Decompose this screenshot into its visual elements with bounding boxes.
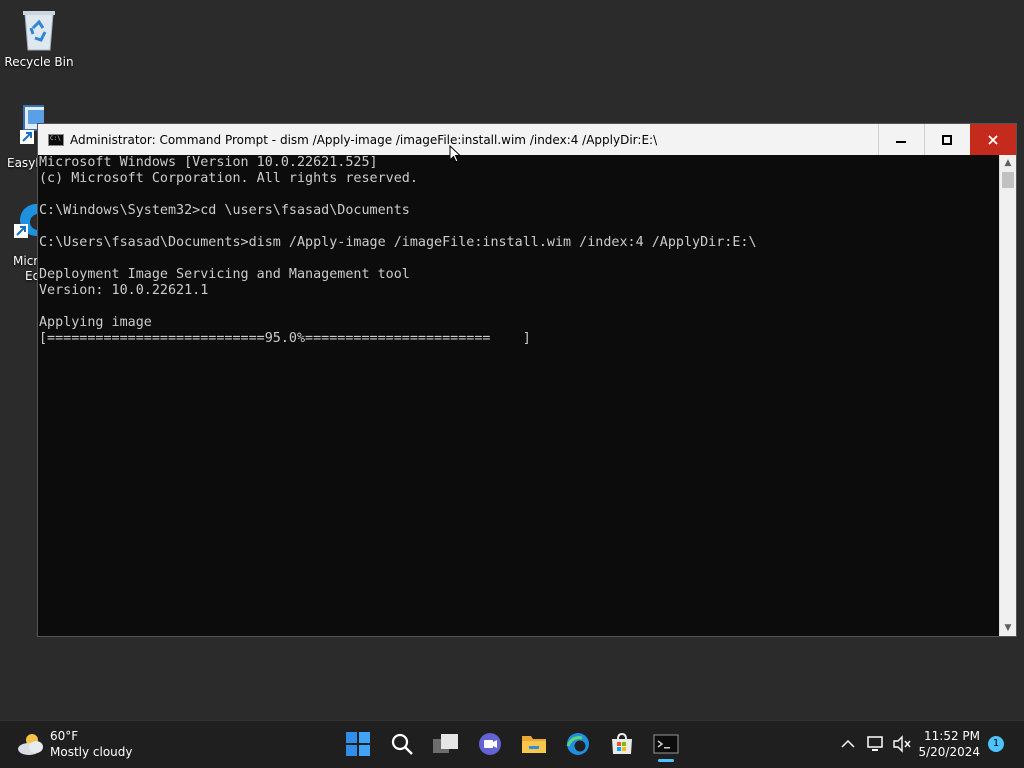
console-line: C:\Users\fsasad\Documents>dism /Apply-im… [39, 235, 757, 250]
task-view-button[interactable] [433, 731, 459, 757]
volume-muted-icon [893, 735, 911, 753]
notification-badge[interactable]: 1 [988, 736, 1004, 752]
windows-logo-icon [346, 732, 370, 756]
scroll-down-icon[interactable]: ▼ [1000, 620, 1016, 636]
partly-cloudy-icon [18, 734, 43, 755]
minimize-button[interactable] [878, 124, 924, 155]
recycle-bin-label: Recycle Bin [4, 55, 74, 69]
show-hidden-icons-button[interactable] [836, 731, 860, 757]
chat-icon [479, 733, 501, 755]
console-line: Microsoft Windows [Version 10.0.22621.52… [39, 155, 378, 170]
maximize-icon [942, 134, 952, 145]
terminal-taskbar-button[interactable] [652, 731, 680, 757]
search-button[interactable] [389, 731, 415, 757]
teams-chat-button[interactable] [477, 731, 503, 757]
progress-bar-text: [===========================95.0%=======… [39, 331, 531, 346]
clock-date[interactable]: 5/20/2024 [910, 745, 980, 759]
edge-icon [566, 733, 589, 755]
console-output[interactable]: Microsoft Windows [Version 10.0.22621.52… [39, 155, 999, 635]
taskbar: 60°F Mostly cloudy 11:52 PM 5/20/2024 [0, 720, 1024, 768]
minimize-icon [896, 140, 906, 143]
weather-description[interactable]: Mostly cloudy [50, 745, 133, 759]
vertical-scrollbar[interactable]: ▲ ▼ [999, 155, 1016, 636]
weather-temperature[interactable]: 60°F [50, 729, 78, 743]
console-line: ​ [39, 187, 999, 203]
weather-widget[interactable] [16, 731, 46, 757]
clock-time[interactable]: 11:52 PM [910, 729, 980, 743]
recycle-bin-icon [19, 8, 59, 52]
recycle-bin-desktop-icon[interactable]: Recycle Bin [2, 8, 76, 69]
microsoft-store-button[interactable] [609, 731, 635, 757]
scroll-thumb[interactable] [1002, 172, 1014, 188]
window-title: Administrator: Command Prompt - dism /Ap… [70, 132, 658, 147]
close-button[interactable] [970, 124, 1016, 155]
network-button[interactable] [864, 731, 888, 757]
console-line: ​ [39, 299, 999, 315]
folder-icon [522, 736, 546, 753]
command-prompt-icon [653, 734, 679, 754]
console-line: Deployment Image Servicing and Managemen… [39, 267, 410, 282]
close-icon [988, 134, 998, 145]
console-line: Applying image [39, 315, 152, 330]
console-line: C:\Windows\System32>cd \users\fsasad\Doc… [39, 203, 410, 218]
task-view-icon [433, 734, 458, 753]
mouse-cursor-icon [449, 145, 461, 163]
console-line: ​ [39, 251, 999, 267]
title-bar[interactable]: Administrator: Command Prompt - dism /Ap… [38, 124, 1016, 155]
network-icon [867, 736, 883, 751]
scroll-up-icon[interactable]: ▲ [1000, 155, 1016, 171]
console-line: Version: 10.0.22621.1 [39, 283, 209, 298]
console-line: ​ [39, 219, 999, 235]
search-icon [391, 733, 413, 755]
cmd-icon [48, 133, 64, 146]
store-icon [612, 732, 632, 754]
edge-taskbar-button[interactable] [565, 731, 591, 757]
active-app-indicator [658, 759, 674, 762]
console-line: (c) Microsoft Corporation. All rights re… [39, 171, 418, 186]
chevron-up-icon [841, 739, 855, 748]
start-button[interactable] [345, 731, 371, 757]
edge-label-line1: Micr [13, 254, 39, 268]
file-explorer-button[interactable] [521, 731, 547, 757]
command-prompt-window[interactable]: Administrator: Command Prompt - dism /Ap… [38, 124, 1016, 636]
maximize-button[interactable] [924, 124, 970, 155]
